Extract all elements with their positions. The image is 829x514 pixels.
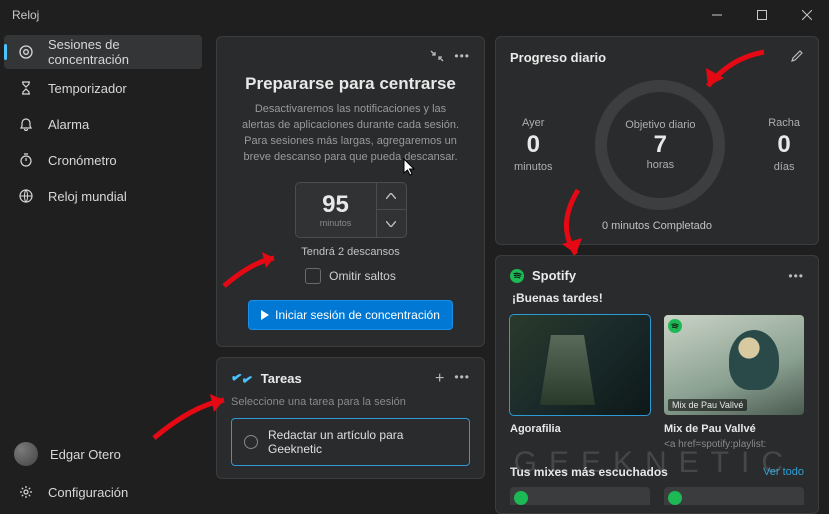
skip-breaks-checkbox[interactable]: [305, 268, 321, 284]
task-radio[interactable]: [244, 435, 258, 449]
gear-icon: [18, 485, 34, 499]
cover-label: Mix de Pau Vallvé: [668, 399, 747, 411]
stat-unit: días: [768, 161, 800, 173]
sidebar-item-focus-sessions[interactable]: Sesiones de concentración: [4, 35, 202, 69]
avatar: [14, 442, 38, 466]
more-icon[interactable]: •••: [454, 49, 470, 66]
skip-breaks-label: Omitir saltos: [329, 269, 396, 283]
hourglass-icon: [18, 81, 34, 95]
tasks-hint: Seleccione una tarea para la sesión: [231, 396, 470, 408]
spotify-playlist[interactable]: Mix de Pau Vallvé Mix de Pau Vallvé <a h…: [664, 315, 804, 451]
window-controls: [694, 0, 829, 30]
focus-subtitle: Desactivaremos las notificaciones y las …: [231, 102, 470, 166]
duration-value-box: 95 minutos: [296, 183, 376, 237]
stat-unit: horas: [647, 159, 675, 171]
spotify-playlist[interactable]: Agorafilia: [510, 315, 650, 451]
sidebar: Sesiones de concentración Temporizador A…: [0, 30, 206, 514]
sidebar-item-label: Alarma: [48, 117, 89, 132]
spotify-brand: Spotify: [532, 268, 576, 283]
start-focus-button[interactable]: Iniciar sesión de concentración: [248, 300, 453, 330]
stat-label: Objetivo diario: [625, 119, 695, 131]
watermark: GEEKNETIC: [514, 446, 795, 480]
sidebar-item-label: Cronómetro: [48, 153, 117, 168]
sidebar-item-alarm[interactable]: Alarma: [4, 107, 202, 141]
sidebar-item-timer[interactable]: Temporizador: [4, 71, 202, 105]
playlist-cover: [510, 315, 650, 415]
more-icon[interactable]: •••: [788, 269, 804, 283]
stat-value: 7: [654, 131, 667, 159]
daily-goal-ring: Objetivo diario 7 horas: [595, 80, 725, 210]
sidebar-item-label: Configuración: [48, 485, 128, 500]
progress-card: Progreso diario Ayer 0 minutos Objetiv: [495, 36, 819, 245]
duration-stepper[interactable]: 95 minutos: [295, 182, 407, 238]
stat-label: Ayer: [514, 117, 553, 129]
task-label: Redactar un artículo para Geeknetic: [268, 428, 457, 456]
sidebar-item-label: Temporizador: [48, 81, 127, 96]
increment-button[interactable]: [377, 183, 406, 211]
breaks-info: Tendrá 2 descansos: [231, 246, 470, 258]
start-focus-label: Iniciar sesión de concentración: [275, 308, 440, 322]
progress-title: Progreso diario: [510, 50, 606, 65]
sidebar-item-label: Reloj mundial: [48, 189, 127, 204]
stopwatch-icon: [18, 153, 34, 167]
more-icon[interactable]: •••: [454, 370, 470, 388]
add-task-button[interactable]: +: [435, 370, 444, 388]
sidebar-item-stopwatch[interactable]: Cronómetro: [4, 143, 202, 177]
spotify-badge-icon: [668, 491, 682, 505]
progress-completed: 0 minutos Completado: [510, 220, 804, 232]
duration-value: 95: [322, 191, 349, 219]
play-icon: [261, 310, 269, 320]
mix-thumb[interactable]: [510, 487, 650, 505]
duration-unit: minutos: [320, 218, 352, 228]
spotify-icon: [510, 269, 524, 283]
decrement-button[interactable]: [377, 210, 406, 237]
stat-value: 0: [768, 131, 800, 159]
spotify-badge-icon: [514, 491, 528, 505]
collapse-icon[interactable]: [430, 49, 444, 66]
window-title: Reloj: [12, 8, 39, 22]
minimize-button[interactable]: [694, 0, 739, 30]
sidebar-item-label: Sesiones de concentración: [48, 37, 188, 67]
stat-streak: Racha 0 días: [768, 117, 800, 173]
task-item[interactable]: Redactar un artículo para Geeknetic: [231, 418, 470, 466]
playlist-name: Mix de Pau Vallvé: [664, 423, 804, 435]
sidebar-item-world-clock[interactable]: Reloj mundial: [4, 179, 202, 213]
playlist-cover: Mix de Pau Vallvé: [664, 315, 804, 415]
spotify-greeting: ¡Buenas tardes!: [512, 291, 804, 305]
bell-icon: [18, 117, 34, 131]
stat-value: 0: [514, 131, 553, 159]
mix-thumb[interactable]: [664, 487, 804, 505]
target-icon: [18, 44, 34, 60]
globe-icon: [18, 189, 34, 203]
playlist-name: Agorafilia: [510, 423, 650, 435]
user-name: Edgar Otero: [50, 447, 121, 462]
stat-yesterday: Ayer 0 minutos: [514, 117, 553, 173]
stat-unit: minutos: [514, 161, 553, 173]
stat-label: Racha: [768, 117, 800, 129]
cursor-icon: [403, 158, 417, 176]
tasks-title: Tareas: [261, 371, 302, 386]
edit-icon[interactable]: [790, 49, 804, 66]
sidebar-item-settings[interactable]: Configuración: [4, 475, 202, 509]
user-account[interactable]: Edgar Otero: [0, 434, 206, 474]
spotify-badge-icon: [668, 319, 682, 333]
tasks-card: ✔✔ Tareas + ••• Seleccione una tarea par…: [216, 357, 485, 479]
focus-card: ••• Prepararse para centrarse Desactivar…: [216, 36, 485, 347]
todo-icon: ✔✔: [230, 369, 255, 389]
close-button[interactable]: [784, 0, 829, 30]
title-bar: Reloj: [0, 0, 829, 30]
focus-heading: Prepararse para centrarse: [231, 74, 470, 94]
maximize-button[interactable]: [739, 0, 784, 30]
